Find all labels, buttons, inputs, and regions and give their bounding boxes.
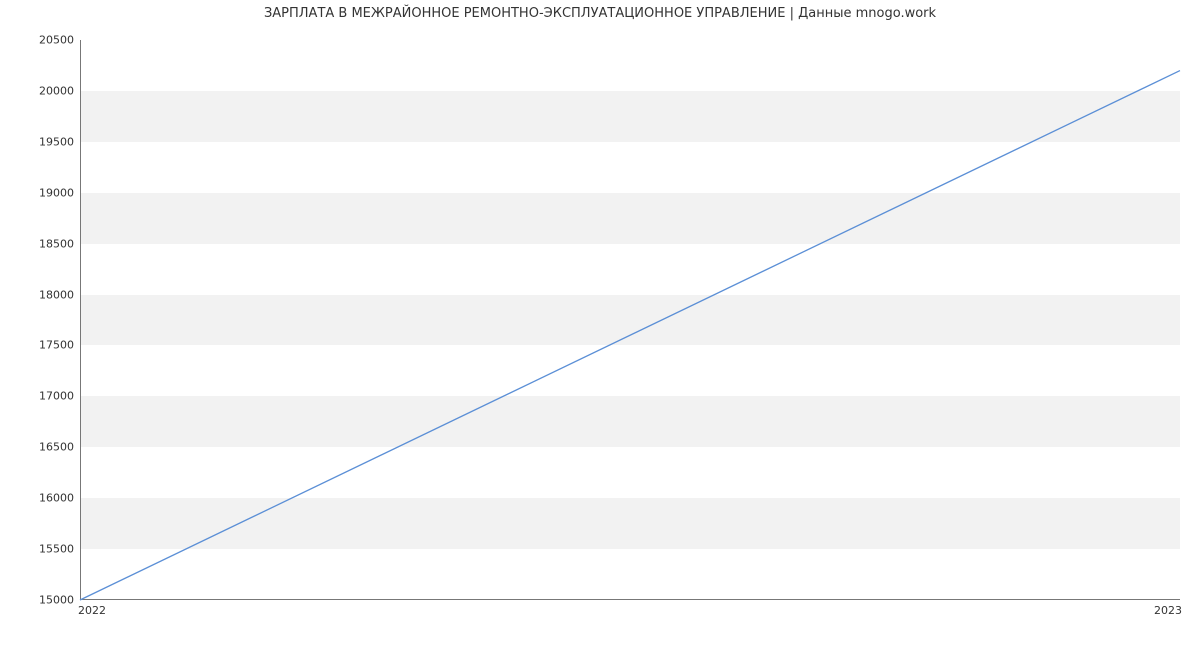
y-tick-label: 16500 (30, 441, 74, 454)
y-tick-label: 20000 (30, 84, 74, 97)
y-tick-label: 17500 (30, 339, 74, 352)
chart-container: ЗАРПЛАТА В МЕЖРАЙОННОЕ РЕМОНТНО-ЭКСПЛУАТ… (0, 0, 1200, 650)
y-tick-label: 15000 (30, 594, 74, 607)
plot-area (80, 40, 1180, 600)
y-tick-label: 20500 (30, 34, 74, 47)
y-tick-label: 18500 (30, 237, 74, 250)
line-series (80, 40, 1180, 600)
y-tick-label: 19500 (30, 135, 74, 148)
y-tick-label: 19000 (30, 186, 74, 199)
x-tick-label: 2023 (1154, 604, 1182, 617)
chart-title: ЗАРПЛАТА В МЕЖРАЙОННОЕ РЕМОНТНО-ЭКСПЛУАТ… (0, 6, 1200, 21)
y-tick-label: 18000 (30, 288, 74, 301)
y-tick-label: 17000 (30, 390, 74, 403)
y-tick-label: 16000 (30, 492, 74, 505)
y-tick-label: 15500 (30, 543, 74, 556)
x-tick-label: 2022 (78, 604, 106, 617)
